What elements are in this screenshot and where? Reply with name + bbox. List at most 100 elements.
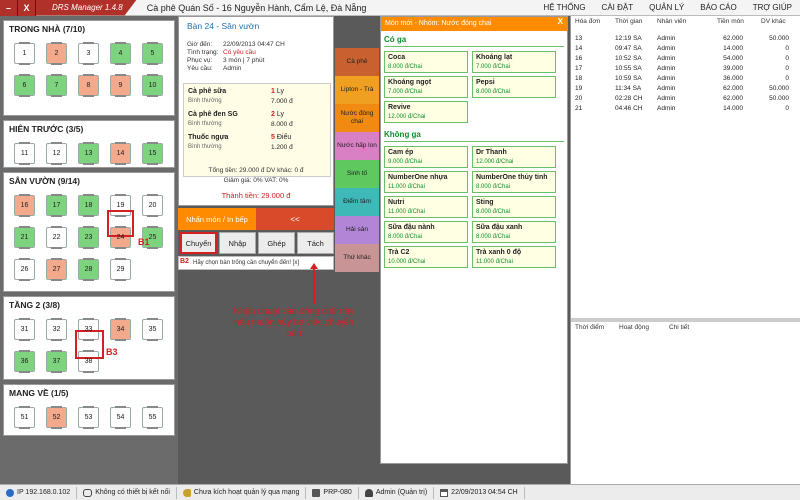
table-button[interactable]: 35: [142, 318, 163, 341]
log-header-action[interactable]: Hoạt động: [619, 324, 649, 331]
order-item[interactable]: Cà phê sữa Bình thường 1 Ly 7.000 đ: [187, 87, 327, 109]
table-button[interactable]: 29: [110, 258, 131, 281]
table-row[interactable]: 14 09:47 SA Admin 14.000 0: [571, 44, 800, 54]
table-button[interactable]: 4: [110, 42, 131, 65]
table-row[interactable]: 16 10:52 SA Admin 54.000 0: [571, 54, 800, 64]
merge-button[interactable]: Ghép: [258, 232, 295, 254]
product-button[interactable]: Nutri 11.000 đ/Chai: [384, 196, 468, 218]
category-button[interactable]: Thứ khác: [335, 244, 379, 272]
invoice-column-header[interactable]: DV khác: [761, 18, 786, 34]
table-button[interactable]: 5: [142, 42, 163, 65]
table-button[interactable]: 3: [78, 42, 99, 65]
product-price: 12.000 đ/Chai: [388, 114, 426, 120]
transfer-button[interactable]: Chuyển: [180, 232, 217, 254]
table-button[interactable]: 52: [46, 406, 67, 429]
product-button[interactable]: Khoáng ngọt 7.000 đ/Chai: [384, 76, 468, 98]
invoice-cell: 39.000: [723, 65, 743, 72]
invoice-column-header[interactable]: Thời gian: [615, 18, 642, 34]
menu-reports[interactable]: BÁO CÁO: [692, 0, 744, 16]
table-button[interactable]: 23: [78, 226, 99, 249]
category-button[interactable]: Điểm tâm: [335, 188, 379, 216]
order-items-list: Cà phê sữa Bình thường 1 Ly 7.000 đ Cà ph…: [183, 83, 331, 177]
table-button[interactable]: 1: [14, 42, 35, 65]
table-button[interactable]: 34: [110, 318, 131, 341]
log-header-detail[interactable]: Chi tiết: [669, 324, 689, 331]
table-button[interactable]: 8: [78, 74, 99, 97]
category-button[interactable]: Cà phê: [335, 48, 379, 76]
shop-name: Cà phê Quán Số - 16 Nguyễn Hành, Cẩm Lệ,…: [146, 2, 367, 13]
table-row[interactable]: 19 11:34 SA Admin 62.000 50.000: [571, 84, 800, 94]
product-button[interactable]: Pepsi 8.000 đ/Chai: [472, 76, 556, 98]
menu-manage[interactable]: QUẢN LÝ: [641, 0, 692, 16]
invoice-column-header[interactable]: Nhân viên: [657, 18, 686, 34]
table-button[interactable]: 6: [14, 74, 35, 97]
category-button[interactable]: Nước hấp lon: [335, 132, 379, 160]
table-button[interactable]: 22: [46, 226, 67, 249]
table-button[interactable]: 37: [46, 350, 67, 373]
invoice-column-header[interactable]: Tiền món: [717, 18, 744, 34]
table-number: 10: [148, 82, 157, 89]
table-button[interactable]: 15: [142, 142, 163, 165]
order-item[interactable]: Cà phê đen SG Bình thường 2 Ly 8.000 đ: [187, 110, 327, 132]
minimize-button[interactable]: –: [0, 0, 18, 16]
table-button[interactable]: 10: [142, 74, 163, 97]
table-row[interactable]: 21 04:46 CH Admin 14.000 0: [571, 104, 800, 114]
table-button[interactable]: 11: [14, 142, 35, 165]
product-button[interactable]: Sữa đậu nành 8.000 đ/Chai: [384, 221, 468, 243]
table-button[interactable]: 32: [46, 318, 67, 341]
product-button[interactable]: NumberOne thủy tinh 8.000 đ/Chai: [472, 171, 556, 193]
table-row[interactable]: 17 10:55 SA Admin 39.000 0: [571, 64, 800, 74]
table-button[interactable]: 51: [14, 406, 35, 429]
invoice-column-header[interactable]: Hóa đơn: [575, 18, 600, 34]
table-button[interactable]: 54: [110, 406, 131, 429]
table-button[interactable]: 7: [46, 74, 67, 97]
order-item[interactable]: Thuốc ngựa Bình thường 5 Điếu 1.200 đ: [187, 133, 327, 155]
product-button[interactable]: Cam ép 9.000 đ/Chai: [384, 146, 468, 168]
send-kitchen-button[interactable]: Nhấn món / In bếp: [178, 208, 256, 230]
product-button[interactable]: Trà C2 10.000 đ/Chai: [384, 246, 468, 268]
table-button[interactable]: 18: [78, 194, 99, 217]
table-button[interactable]: 31: [14, 318, 35, 341]
category-button[interactable]: Nước đóng chai: [335, 104, 379, 132]
table-button[interactable]: 12: [46, 142, 67, 165]
table-button[interactable]: 27: [46, 258, 67, 281]
table-button[interactable]: 20: [142, 194, 163, 217]
product-button[interactable]: Dr Thanh 12.000 đ/Chai: [472, 146, 556, 168]
table-row[interactable]: 18 10:59 SA Admin 36.000 0: [571, 74, 800, 84]
table-button[interactable]: 13: [78, 142, 99, 165]
menu-help[interactable]: TRỢ GIÚP: [745, 0, 800, 16]
category-button[interactable]: Lipton - Trà: [335, 76, 379, 104]
close-button[interactable]: X: [18, 0, 36, 16]
table-row[interactable]: 13 12:19 SA Admin 62.000 50.000: [571, 34, 800, 44]
table-button[interactable]: 53: [78, 406, 99, 429]
table-button[interactable]: 9: [110, 74, 131, 97]
panel-splitter[interactable]: [571, 318, 800, 322]
status-license: Chưa kích hoạt quản lý qua mạng: [177, 486, 307, 499]
product-button[interactable]: Coca 8.000 đ/Chai: [384, 51, 468, 73]
product-button[interactable]: Khoáng lạt 7.000 đ/Chai: [472, 51, 556, 73]
product-button[interactable]: Trà xanh 0 độ 11.000 đ/Chai: [472, 246, 556, 268]
table-button[interactable]: 26: [14, 258, 35, 281]
table-button[interactable]: 14: [110, 142, 131, 165]
table-button[interactable]: 16: [14, 194, 35, 217]
menu-settings[interactable]: CÀI ĐẶT: [594, 0, 642, 16]
import-button[interactable]: Nhập: [219, 232, 256, 254]
product-button[interactable]: NumberOne nhựa 11.000 đ/Chai: [384, 171, 468, 193]
category-button[interactable]: Sinh tố: [335, 160, 379, 188]
category-button[interactable]: Hải sản: [335, 216, 379, 244]
table-row[interactable]: 20 02:28 CH Admin 62.000 50.000: [571, 94, 800, 104]
table-button[interactable]: 36: [14, 350, 35, 373]
table-button[interactable]: 28: [78, 258, 99, 281]
back-button[interactable]: <<: [256, 208, 334, 230]
log-header-time[interactable]: Thời điểm: [575, 324, 604, 331]
table-button[interactable]: 21: [14, 226, 35, 249]
table-button[interactable]: 17: [46, 194, 67, 217]
product-button[interactable]: Revive 12.000 đ/Chai: [384, 101, 468, 123]
menu-system[interactable]: HỆ THỐNG: [535, 0, 593, 16]
menu-close-icon[interactable]: X: [558, 17, 563, 26]
product-button[interactable]: Sting 8.000 đ/Chai: [472, 196, 556, 218]
split-button[interactable]: Tách: [297, 232, 334, 254]
table-button[interactable]: 55: [142, 406, 163, 429]
product-button[interactable]: Sữa đậu xanh 8.000 đ/Chai: [472, 221, 556, 243]
table-button[interactable]: 2: [46, 42, 67, 65]
